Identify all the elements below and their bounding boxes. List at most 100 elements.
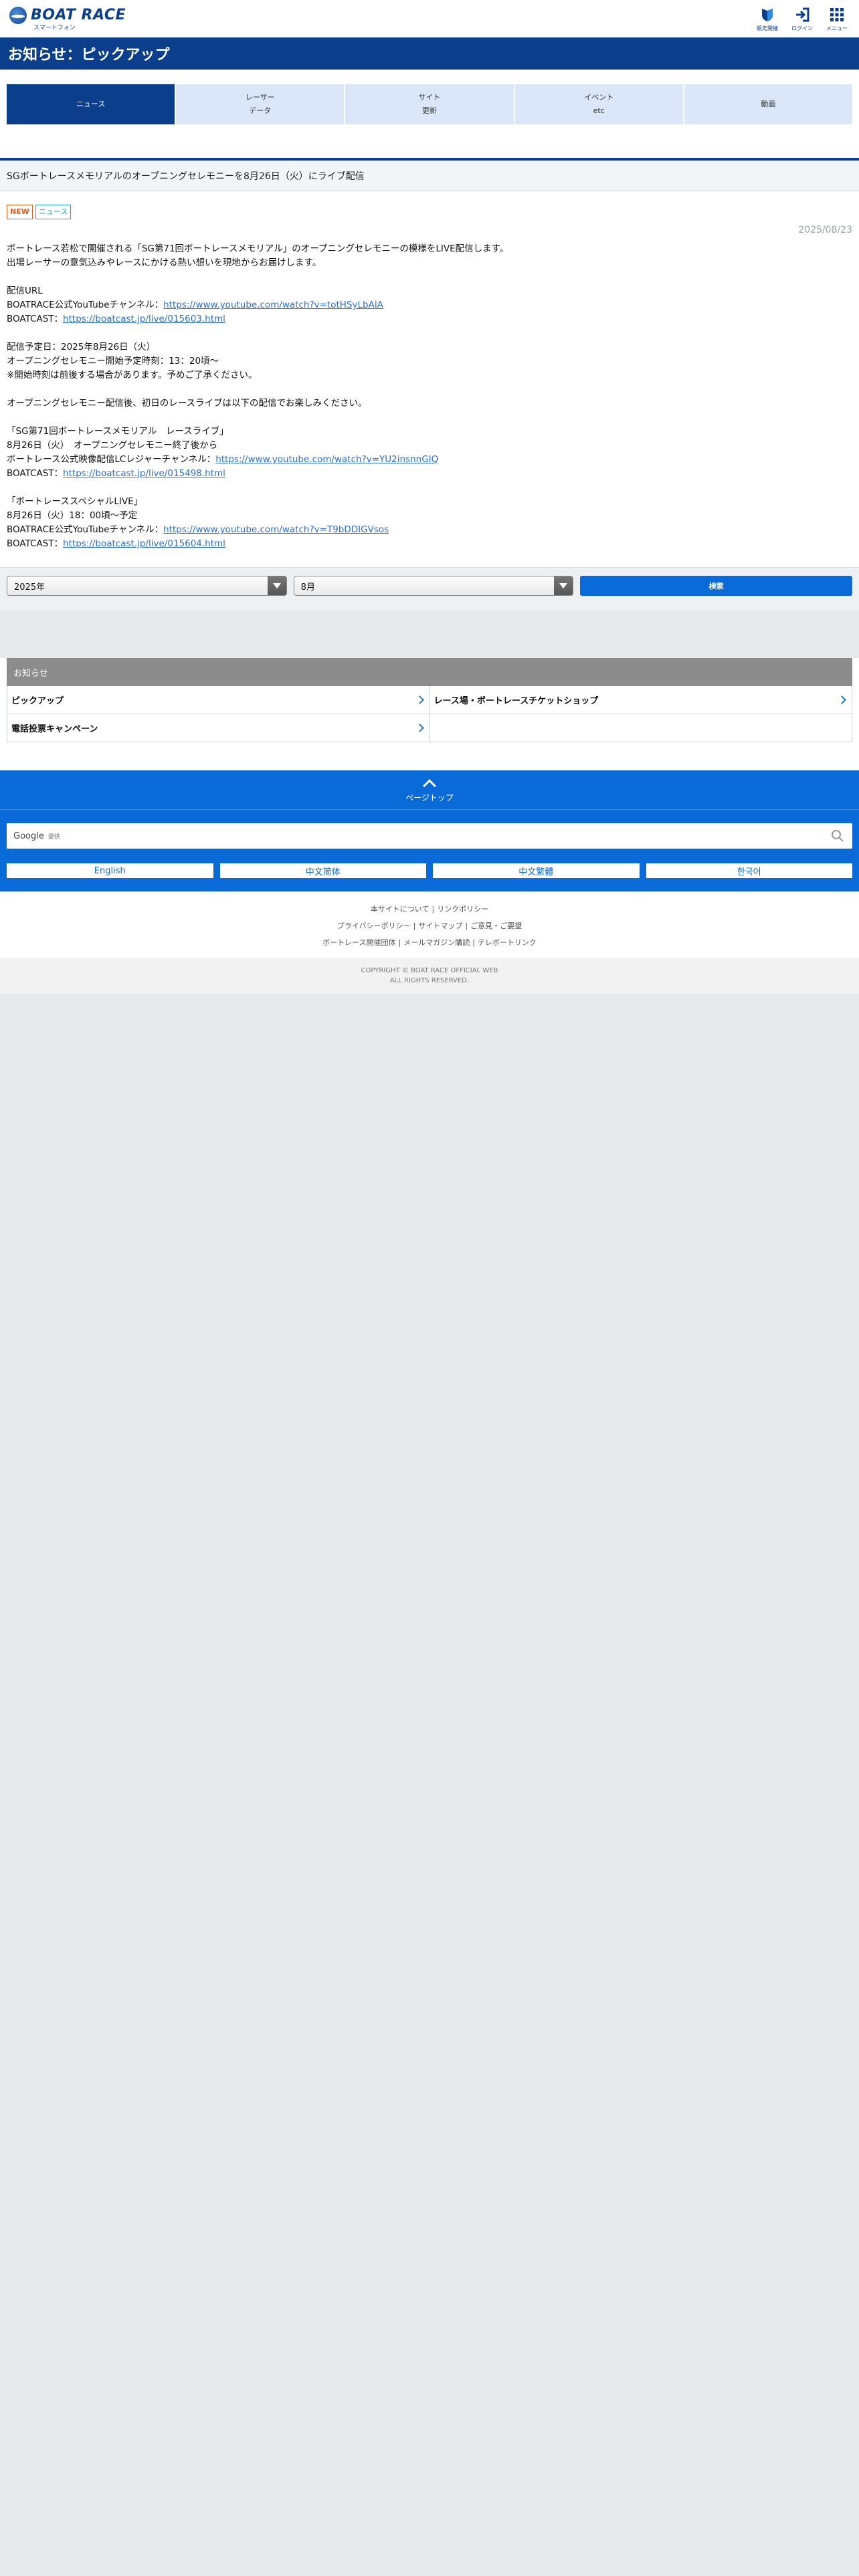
article-body: ボートレース若松で開催される「SG第71回ボートレースメモリアル」のオープニング… xyxy=(0,235,859,567)
boatcast-link[interactable]: https://boatcast.jp/live/015604.html xyxy=(63,538,225,549)
boatrace-logo-icon xyxy=(9,6,27,24)
url-line: BOATRACE公式YouTubeチャンネル：https://www.youtu… xyxy=(7,298,852,312)
google-sub-label: 提供 xyxy=(47,833,60,841)
footer-link-sitemap[interactable]: サイトマップ xyxy=(418,922,462,930)
category-item-phone-campaign[interactable]: 電話投票キャンペーン xyxy=(7,714,430,742)
shield-icon xyxy=(759,7,775,23)
tab-news[interactable]: ニュース xyxy=(7,84,175,124)
login-button[interactable]: ログイン xyxy=(789,7,815,32)
live-title: 「SG第71回ボートレースメモリアル レースライブ」 xyxy=(7,426,229,437)
site-header: BOAT RACE スマートフォン 競走開催 ログイン メニュー xyxy=(0,0,859,37)
url-line: BOATCAST：https://boatcast.jp/live/015603… xyxy=(7,312,852,326)
boatcast-link[interactable]: https://boatcast.jp/live/015603.html xyxy=(63,314,225,324)
tab-video[interactable]: 動画 xyxy=(684,84,853,124)
category-badge: ニュース xyxy=(35,205,72,219)
link-label: ボートレース公式映像配信LCレジャーチャンネル： xyxy=(7,454,216,465)
category-list: ピックアップ レース場・ボートレースチケットショップ 電話投票キャンペーン xyxy=(7,686,852,742)
special-date: 8月26日（火）18：00頃～予定 xyxy=(7,510,138,521)
url-title: 配信URL xyxy=(7,286,43,296)
menu-label: メニュー xyxy=(826,25,848,31)
search-icon[interactable] xyxy=(831,829,844,845)
intro-line: 出場レーサーの意気込みやレースにかける熱い想いを現地からお届けします。 xyxy=(7,257,322,268)
footer-link-mail-magazine[interactable]: メールマガジン購読 xyxy=(403,938,470,947)
lang-zh-hans-link[interactable]: 中文简体 xyxy=(219,863,426,878)
category-item-label: レース場・ボートレースチケットショップ xyxy=(434,696,599,706)
article-heading: SGボートレースメモリアルのオープニングセレモニーを8月26日（火）にライブ配信 xyxy=(0,160,859,191)
lang-korean-link[interactable]: 한국어 xyxy=(646,863,852,878)
menu-button[interactable]: メニュー xyxy=(824,7,850,32)
chevron-up-icon xyxy=(423,778,436,792)
chevron-right-icon xyxy=(838,695,846,704)
youtube-link[interactable]: https://www.youtube.com/watch?v=T9bDDIGV… xyxy=(163,524,389,535)
footer-link-privacy[interactable]: プライバシーポリシー xyxy=(337,922,411,930)
copyright-line: COPYRIGHT © BOAT RACE OFFICIAL WEB xyxy=(361,967,498,974)
schedule-line: オープニングセレモニー開始予定時刻：13：20頃～ xyxy=(7,356,219,366)
footer-link-about[interactable]: 本サイトについて xyxy=(371,905,430,914)
intro-line: ボートレース若松で開催される「SG第71回ボートレースメモリアル」のオープニング… xyxy=(7,243,509,254)
link-label: BOATCAST： xyxy=(7,314,64,324)
tab-event[interactable]: イベント etc xyxy=(514,84,683,124)
tab-racer-data[interactable]: レーサー データ xyxy=(176,84,345,124)
year-select-value: 2025年 xyxy=(14,582,45,593)
google-label: Google xyxy=(13,831,44,841)
category-tabs-area: ニュース レーサー データ サイト 更新 イベント etc 動画 xyxy=(0,70,859,160)
link-label: BOATCAST： xyxy=(7,538,64,549)
lang-english-link[interactable]: English xyxy=(7,863,213,878)
site-search-input[interactable]: Google 提供 xyxy=(7,823,852,849)
tab-label: イベント xyxy=(584,93,614,102)
logo-subtitle: スマートフォン xyxy=(33,24,76,31)
category-item-empty xyxy=(430,714,852,742)
after-note: オープニングセレモニー配信後、初日のレースライブは以下の配信でお楽しみください。 xyxy=(7,398,367,409)
month-select[interactable]: 8月 xyxy=(293,576,574,596)
tab-label: サイト xyxy=(418,93,441,102)
lang-zh-hant-link[interactable]: 中文繁體 xyxy=(433,863,640,878)
archive-filter: 2025年 8月 検索 xyxy=(0,567,859,610)
category-item-racecourse[interactable]: レース場・ボートレースチケットショップ xyxy=(430,686,852,714)
search-button[interactable]: 検索 xyxy=(580,576,853,596)
year-select[interactable]: 2025年 xyxy=(7,576,287,596)
url-line: ボートレース公式映像配信LCレジャーチャンネル：https://www.yout… xyxy=(7,453,852,467)
page-top-button[interactable]: ページトップ xyxy=(0,770,859,809)
category-item-pickup[interactable]: ピックアップ xyxy=(7,686,430,714)
news-article: SGボートレースメモリアルのオープニングセレモニーを8月26日（火）にライブ配信… xyxy=(0,160,859,567)
category-heading: お知らせ xyxy=(7,658,852,686)
footer-link-teleboat[interactable]: テレボートリンク xyxy=(478,938,537,947)
article-date: 2025/08/23 xyxy=(798,225,852,235)
new-badge: NEW xyxy=(7,205,33,219)
dropdown-arrow-icon xyxy=(554,576,573,595)
schedule-note: ※開始時刻は前後する場合があります。予めご了承ください。 xyxy=(7,370,258,381)
page-title: お知らせ：ピックアップ xyxy=(0,37,859,70)
tab-site-update[interactable]: サイト 更新 xyxy=(345,84,514,124)
link-label: BOATCAST： xyxy=(7,468,64,479)
tab-label: ニュース xyxy=(76,100,106,108)
tab-label-sub: 更新 xyxy=(422,106,437,115)
schedule-line: 配信予定日：2025年8月26日（火） xyxy=(7,342,156,352)
footer-link-link-policy[interactable]: リンクポリシー xyxy=(437,905,488,914)
category-tabs: ニュース レーサー データ サイト 更新 イベント etc 動画 xyxy=(7,84,853,124)
chevron-right-icon xyxy=(415,724,424,732)
url-line: BOATRACE公式YouTubeチャンネル：https://www.youtu… xyxy=(7,523,852,537)
tab-label: 動画 xyxy=(761,100,776,108)
dropdown-arrow-icon xyxy=(267,576,286,595)
language-links: English 中文简体 中文繁體 한국어 xyxy=(7,863,852,878)
beginner-button[interactable]: 競走開催 xyxy=(755,7,780,32)
footer-link-organizers[interactable]: ボートレース開催団体 xyxy=(322,938,395,947)
section-spacer xyxy=(0,610,859,658)
page-top-label: ページトップ xyxy=(405,792,454,802)
footer-links: 本サイトについて | リンクポリシー プライバシーポリシー | サイトマップ | ご意見・ご… xyxy=(0,891,859,958)
lc-channel-link[interactable]: https://www.youtube.com/watch?v=YU2insnn… xyxy=(215,454,438,465)
boatcast-link[interactable]: https://boatcast.jp/live/015498.html xyxy=(63,468,225,479)
youtube-link[interactable]: https://www.youtube.com/watch?v=totHSyLb… xyxy=(163,300,383,310)
link-label: BOATRACE公式YouTubeチャンネル： xyxy=(7,524,164,535)
tab-label-sub: データ xyxy=(249,106,272,115)
copyright: COPYRIGHT © BOAT RACE OFFICIAL WEB ALL R… xyxy=(0,958,859,994)
login-icon xyxy=(794,7,810,23)
article-badges: NEW ニュース xyxy=(0,191,859,219)
category-item-label: 電話投票キャンペーン xyxy=(11,724,98,734)
link-label: BOATRACE公式YouTubeチャンネル： xyxy=(7,300,164,310)
boatrace-logo[interactable]: BOAT RACE スマートフォン xyxy=(9,6,126,31)
chevron-right-icon xyxy=(415,695,424,704)
grid-menu-icon xyxy=(829,7,845,23)
footer-link-feedback[interactable]: ご意見・ご要望 xyxy=(470,922,522,930)
special-title: 「ボートレーススペシャルLIVE」 xyxy=(7,496,143,507)
